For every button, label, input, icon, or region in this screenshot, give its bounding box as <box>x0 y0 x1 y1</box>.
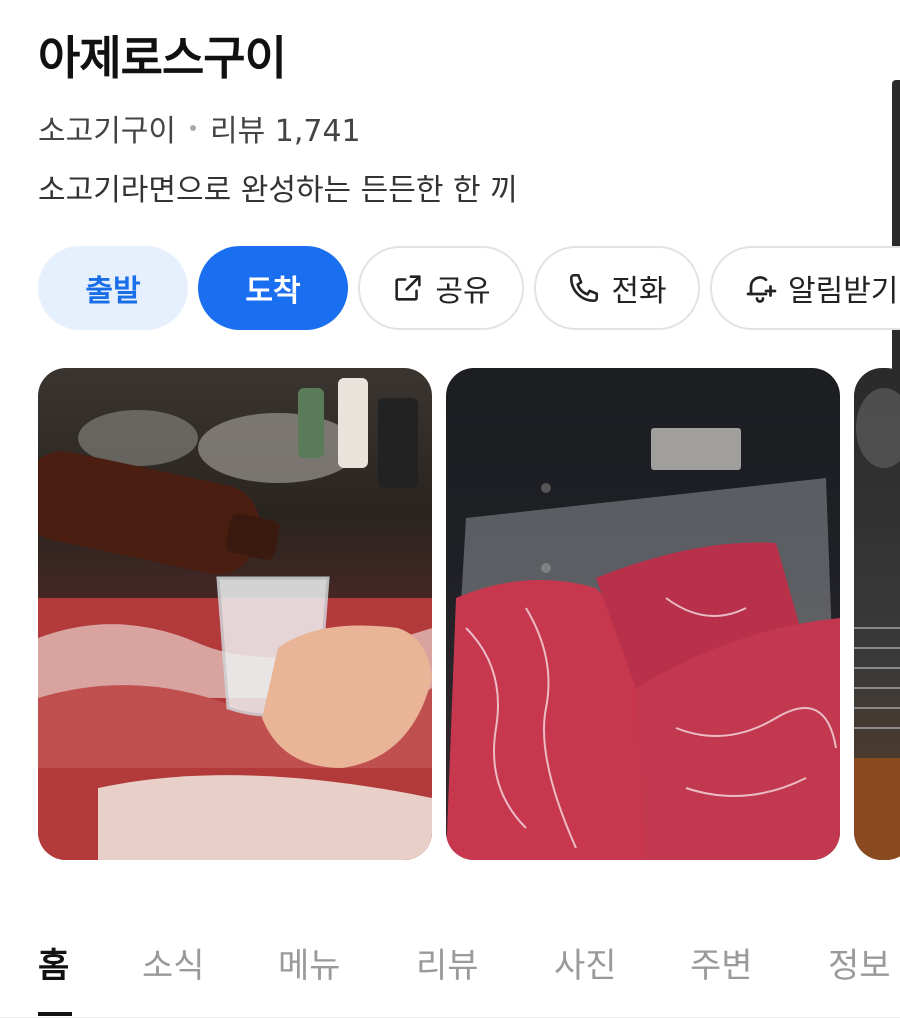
share-icon <box>395 275 421 301</box>
bell-plus-icon <box>746 276 777 303</box>
photo-marbled-beef[interactable] <box>446 368 840 860</box>
active-tab-indicator <box>38 1012 72 1016</box>
tab-nearby[interactable]: 주변 <box>690 938 753 987</box>
place-meta: 소고기구이 리뷰 1,741 <box>38 106 361 150</box>
tab-home[interactable]: 홈 <box>38 938 69 987</box>
soju-pouring-photo <box>38 378 432 860</box>
category-label: 소고기구이 <box>38 114 176 149</box>
tab-bar: 홈 소식 메뉴 리뷰 사진 주변 정보 <box>0 930 900 1018</box>
separator-dot <box>190 125 196 131</box>
place-title: 아제로스구이 <box>38 31 287 85</box>
tab-news[interactable]: 소식 <box>142 938 205 987</box>
photo-grill[interactable] <box>854 368 900 860</box>
share-button[interactable]: 공유 <box>358 246 524 330</box>
photo-soju-pouring[interactable] <box>38 368 432 860</box>
tab-photos[interactable]: 사진 <box>554 938 617 987</box>
place-description: 소고기라면으로 완성하는 든든한 한 끼 <box>38 173 518 208</box>
alarm-label: 알림받기 <box>788 274 899 309</box>
call-label: 전화 <box>611 274 667 309</box>
call-button[interactable]: 전화 <box>534 246 700 330</box>
photo-carousel[interactable] <box>38 368 900 860</box>
arrive-button[interactable]: 도착 <box>198 246 348 330</box>
tab-info[interactable]: 정보 <box>828 938 891 987</box>
action-bar: 출발 도착 공유 전화 알림받기 <box>38 246 900 330</box>
phone-icon <box>570 273 599 303</box>
alarm-button[interactable]: 알림받기 <box>710 246 900 330</box>
grill-photo <box>854 388 900 860</box>
review-count[interactable]: 리뷰 1,741 <box>210 106 361 150</box>
marbled-beef-package-photo <box>446 428 840 860</box>
tab-menu[interactable]: 메뉴 <box>278 938 341 987</box>
share-label: 공유 <box>435 274 491 309</box>
tab-reviews[interactable]: 리뷰 <box>416 938 479 987</box>
depart-button[interactable]: 출발 <box>38 246 188 330</box>
